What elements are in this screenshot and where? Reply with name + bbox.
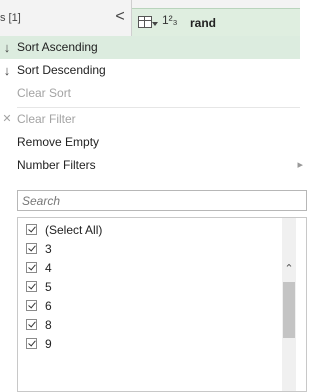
list-item-label: 9 bbox=[45, 337, 52, 351]
sort-descending-item[interactable]: ↓ Sort Descending bbox=[0, 59, 300, 82]
sort-descending-label: Sort Descending bbox=[17, 63, 106, 77]
list-item-label: (Select All) bbox=[45, 223, 103, 237]
list-item[interactable]: 9 bbox=[18, 335, 278, 354]
clear-sort-label: Clear Sort bbox=[17, 86, 72, 100]
checkbox-checked[interactable] bbox=[26, 262, 37, 273]
table-icon[interactable] bbox=[138, 16, 152, 28]
top-bar: s [1] < 1²₃ rand bbox=[0, 0, 300, 37]
list-item[interactable]: 5 bbox=[18, 278, 278, 297]
list-item[interactable]: 6 bbox=[18, 297, 278, 316]
checkbox-checked[interactable] bbox=[26, 224, 37, 235]
filter-dropdown-menu: ↓ Sort Ascending ↓ Sort Descending Clear… bbox=[0, 36, 307, 392]
table-dropdown-icon[interactable] bbox=[152, 22, 158, 26]
values-list: (Select All) 3 4 5 6 8 9 ⌃ bbox=[17, 217, 307, 392]
column-header-rand[interactable]: 1²₃ rand bbox=[132, 8, 300, 37]
clear-sort-item[interactable]: Clear Sort bbox=[0, 82, 300, 105]
list-item-label: 8 bbox=[45, 318, 52, 332]
checkbox-checked[interactable] bbox=[26, 281, 37, 292]
sort-descending-icon: ↓ bbox=[3, 63, 11, 78]
list-item-label: 3 bbox=[45, 242, 52, 256]
sort-ascending-icon: ↓ bbox=[3, 40, 11, 55]
whole-number-type-icon[interactable]: 1²₃ bbox=[162, 13, 178, 27]
clear-filter-icon: ✕ bbox=[2, 113, 12, 125]
list-item[interactable]: 4 bbox=[18, 259, 278, 278]
number-filters-item[interactable]: Number Filters ▸ bbox=[0, 154, 303, 177]
list-item-label: 5 bbox=[45, 280, 52, 294]
clear-filter-item[interactable]: ✕ Clear Filter bbox=[0, 108, 300, 131]
search-input[interactable] bbox=[18, 191, 306, 210]
number-filters-label: Number Filters bbox=[17, 158, 96, 172]
submenu-arrow-icon: ▸ bbox=[297, 159, 303, 171]
scrollbar-thumb[interactable] bbox=[283, 282, 295, 338]
checkbox-checked[interactable] bbox=[26, 319, 37, 330]
search-box[interactable] bbox=[17, 190, 307, 211]
queries-pane-label: s [1] bbox=[0, 12, 21, 24]
scroll-up-icon[interactable]: ⌃ bbox=[284, 264, 294, 275]
sort-ascending-item[interactable]: ↓ Sort Ascending bbox=[0, 36, 300, 59]
list-item[interactable]: 3 bbox=[18, 240, 278, 259]
checkbox-checked[interactable] bbox=[26, 300, 37, 311]
remove-empty-label: Remove Empty bbox=[17, 135, 100, 149]
sort-ascending-label: Sort Ascending bbox=[17, 40, 98, 54]
checkbox-checked[interactable] bbox=[26, 243, 37, 254]
column-name: rand bbox=[190, 16, 217, 30]
clear-filter-label: Clear Filter bbox=[17, 112, 76, 126]
list-item-select-all[interactable]: (Select All) bbox=[18, 221, 278, 240]
remove-empty-item[interactable]: Remove Empty bbox=[0, 131, 300, 154]
checkbox-checked[interactable] bbox=[26, 338, 37, 349]
list-item[interactable]: 8 bbox=[18, 316, 278, 335]
list-item-label: 4 bbox=[45, 261, 52, 275]
collapse-queries-button[interactable]: < bbox=[112, 6, 128, 28]
list-item-label: 6 bbox=[45, 299, 52, 313]
list-scrollbar[interactable]: ⌃ bbox=[282, 218, 296, 391]
